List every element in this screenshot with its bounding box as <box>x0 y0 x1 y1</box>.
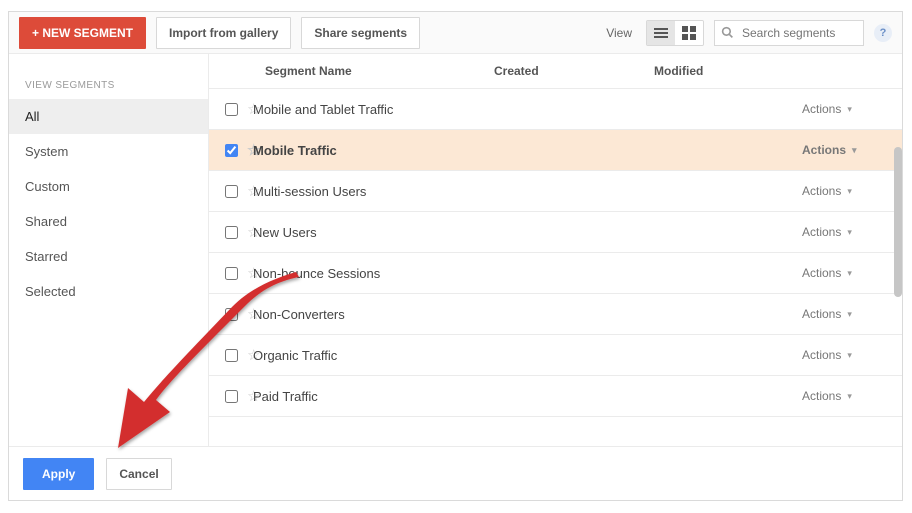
chevron-down-icon: ▾ <box>847 309 852 320</box>
chevron-down-icon: ▾ <box>852 145 857 156</box>
table-row[interactable]: ☆New UsersActions▾ <box>209 212 902 253</box>
row-actions-button[interactable]: Actions ▾ <box>802 307 902 321</box>
view-label: View <box>606 26 632 40</box>
share-segments-button[interactable]: Share segments <box>301 17 420 49</box>
actions-label: Actions <box>802 389 841 403</box>
actions-label: Actions <box>802 102 841 116</box>
search-input[interactable] <box>740 25 857 41</box>
chevron-down-icon: ▾ <box>847 268 852 279</box>
table-body: ☆Mobile and Tablet TrafficActions▾☆Mobil… <box>209 89 902 417</box>
chevron-down-icon: ▾ <box>847 227 852 238</box>
header-segment-name[interactable]: Segment Name <box>253 54 482 88</box>
segment-name: Mobile and Tablet Traffic <box>253 102 482 117</box>
row-actions-button[interactable]: Actions ▾ <box>802 184 902 198</box>
actions-label: Actions <box>802 225 841 239</box>
cancel-button[interactable]: Cancel <box>106 458 171 490</box>
segment-name: Paid Traffic <box>253 389 482 404</box>
chevron-down-icon: ▾ <box>847 391 852 402</box>
view-toggle <box>646 20 704 46</box>
row-checkbox[interactable] <box>225 185 238 198</box>
segment-name: Non-Converters <box>253 307 482 322</box>
segment-name: Mobile Traffic <box>253 143 482 158</box>
segment-name: Organic Traffic <box>253 348 482 363</box>
row-checkbox[interactable] <box>225 308 238 321</box>
table-row[interactable]: ☆Organic TrafficActions▾ <box>209 335 902 376</box>
row-actions-button[interactable]: Actions ▾ <box>802 266 902 280</box>
sidebar-item-system[interactable]: System <box>9 134 208 169</box>
table-row[interactable]: ☆Paid TrafficActions▾ <box>209 376 902 417</box>
actions-label: Actions <box>802 348 841 362</box>
segment-panel: + NEW SEGMENT Import from gallery Share … <box>8 11 903 501</box>
row-actions-button[interactable]: Actions ▾ <box>802 389 902 403</box>
segment-table: Segment Name Created Modified ☆Mobile an… <box>209 54 902 447</box>
view-grid-button[interactable] <box>675 21 703 45</box>
help-button[interactable]: ? <box>874 24 892 42</box>
actions-label: Actions <box>802 266 841 280</box>
chevron-down-icon: ▾ <box>847 350 852 361</box>
row-checkbox[interactable] <box>225 349 238 362</box>
apply-button[interactable]: Apply <box>23 458 94 490</box>
scrollbar-thumb[interactable] <box>894 147 902 297</box>
table-row[interactable]: ☆Mobile and Tablet TrafficActions▾ <box>209 89 902 130</box>
row-actions-button[interactable]: Actions ▾ <box>802 102 902 116</box>
row-checkbox[interactable] <box>225 390 238 403</box>
sidebar-item-all[interactable]: All <box>9 99 208 134</box>
table-row[interactable]: ☆Multi-session UsersActions▾ <box>209 171 902 212</box>
sidebar: VIEW SEGMENTS All System Custom Shared S… <box>9 54 209 447</box>
segment-name: New Users <box>253 225 482 240</box>
sidebar-heading: VIEW SEGMENTS <box>9 74 208 99</box>
table-row[interactable]: ☆Non-bounce SessionsActions▾ <box>209 253 902 294</box>
row-checkbox[interactable] <box>225 226 238 239</box>
chevron-down-icon: ▾ <box>847 104 852 115</box>
actions-label: Actions <box>802 143 846 157</box>
list-icon <box>654 28 668 38</box>
row-checkbox[interactable] <box>225 103 238 116</box>
panel-body: VIEW SEGMENTS All System Custom Shared S… <box>9 54 902 447</box>
chevron-down-icon: ▾ <box>847 186 852 197</box>
sidebar-item-selected[interactable]: Selected <box>9 274 208 309</box>
grid-icon <box>682 26 696 40</box>
sidebar-item-shared[interactable]: Shared <box>9 204 208 239</box>
row-actions-button[interactable]: Actions ▾ <box>802 225 902 239</box>
actions-label: Actions <box>802 307 841 321</box>
row-actions-button[interactable]: Actions ▾ <box>802 143 902 157</box>
import-from-gallery-button[interactable]: Import from gallery <box>156 17 291 49</box>
table-row[interactable]: ☆Non-ConvertersActions▾ <box>209 294 902 335</box>
row-checkbox[interactable] <box>225 144 238 157</box>
sidebar-item-custom[interactable]: Custom <box>9 169 208 204</box>
table-row[interactable]: ☆Mobile TrafficActions▾ <box>209 130 902 171</box>
row-actions-button[interactable]: Actions ▾ <box>802 348 902 362</box>
actions-label: Actions <box>802 184 841 198</box>
row-checkbox[interactable] <box>225 267 238 280</box>
search-icon <box>721 26 734 39</box>
table-header-row: Segment Name Created Modified <box>209 54 902 89</box>
segment-name: Non-bounce Sessions <box>253 266 482 281</box>
new-segment-button[interactable]: + NEW SEGMENT <box>19 17 146 49</box>
segment-name: Multi-session Users <box>253 184 482 199</box>
sidebar-item-starred[interactable]: Starred <box>9 239 208 274</box>
header-created[interactable]: Created <box>482 54 642 88</box>
header-modified[interactable]: Modified <box>642 54 802 88</box>
view-list-button[interactable] <box>647 21 675 45</box>
toolbar: + NEW SEGMENT Import from gallery Share … <box>9 12 902 54</box>
footer-bar: Apply Cancel <box>9 446 902 500</box>
search-wrapper[interactable] <box>714 20 864 46</box>
